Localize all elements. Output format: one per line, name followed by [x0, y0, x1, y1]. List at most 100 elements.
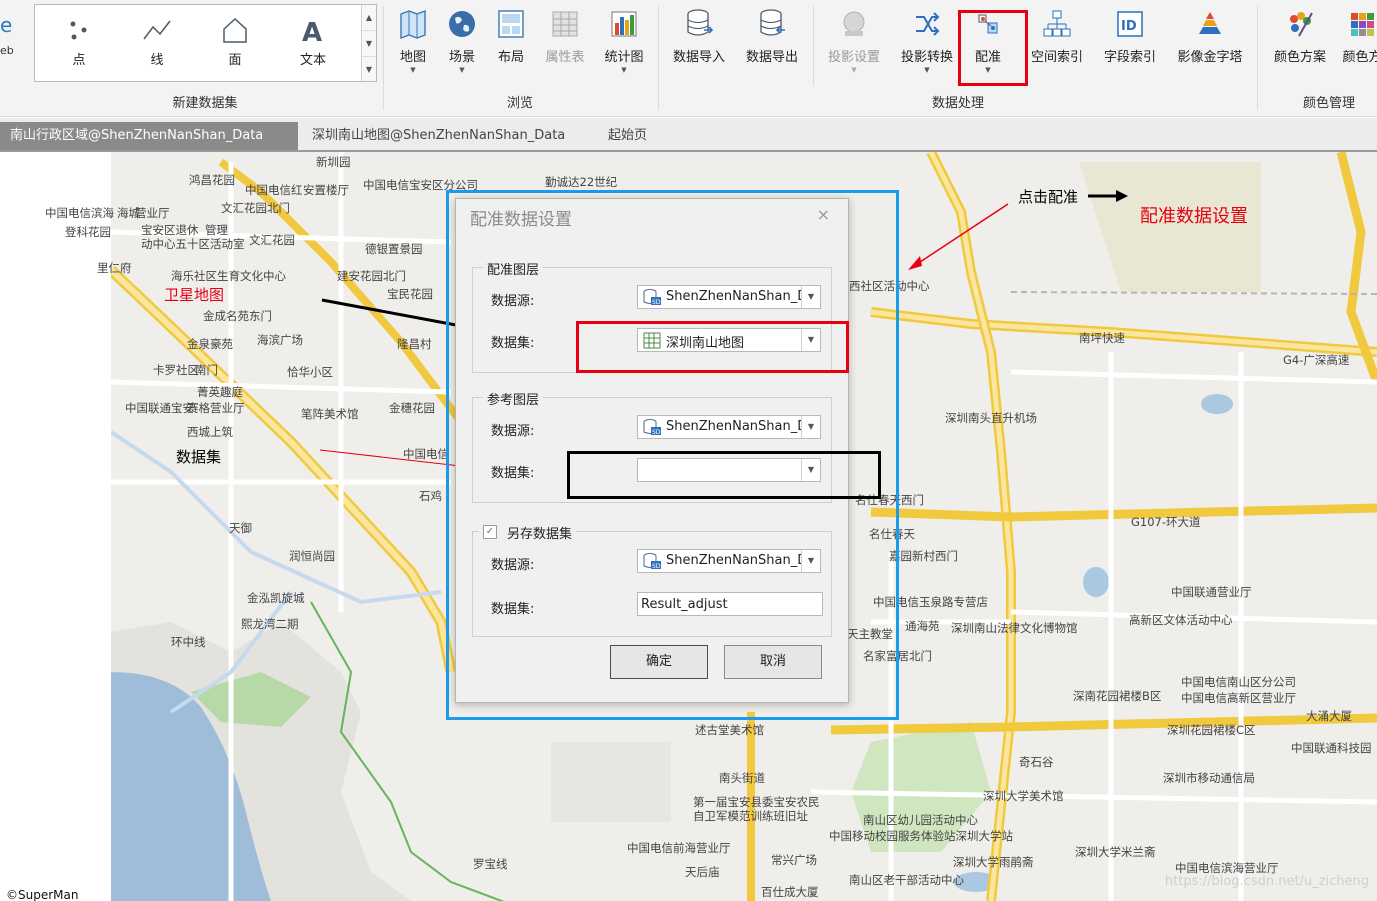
map-label: 深圳花园裙楼C区 — [1167, 723, 1256, 737]
watermark: https://blog.csdn.net/u_zicheng — [1164, 874, 1369, 889]
register-dataset-label: 数据集: — [491, 336, 535, 351]
point-icon — [49, 13, 109, 47]
map-label: 金穗花园 — [389, 401, 435, 415]
database-export-icon — [741, 4, 803, 44]
attribute-table-button[interactable]: 属性表 — [540, 4, 590, 88]
group-separator — [383, 6, 384, 110]
color-grid-label: 颜色方 — [1342, 50, 1377, 65]
map-label: 南山区幼儿园活动中心 — [863, 813, 978, 827]
red-arrow-to-dialog-icon — [908, 203, 1009, 270]
gallery-scroll[interactable]: ▲ ▼ ▼ — [361, 5, 376, 81]
gallery-item-polygon[interactable]: 面 — [205, 13, 265, 75]
map-label: 南坪快速 — [1079, 331, 1125, 345]
map-label: 中国电信南山区分公司 — [1181, 675, 1296, 689]
svg-text:SDI: SDI — [652, 429, 662, 436]
gallery-scroll-up-icon[interactable]: ▲ — [362, 5, 376, 31]
scene-button-label: 场景 — [448, 50, 475, 65]
map-label: 登科花园 — [65, 225, 111, 239]
tab-start-page[interactable]: 起始页 — [598, 122, 657, 150]
layout-button[interactable]: 布局 — [491, 4, 531, 88]
svg-text:SDI: SDI — [652, 299, 662, 306]
reference-datasource-combo[interactable]: SDI ShenZhenNanShan_D ▼ — [637, 415, 821, 439]
ok-button[interactable]: 确定 — [610, 645, 708, 679]
scene-button[interactable]: 场景 ▼ — [442, 4, 482, 88]
gallery-item-text[interactable]: A 文本 — [283, 13, 343, 75]
save-datasource-combo[interactable]: SDI ShenZhenNanShan_D ▼ — [637, 549, 821, 573]
register-datasource-value: ShenZhenNanShan_D — [666, 289, 802, 304]
partial-left-button[interactable]: e eb — [0, 12, 14, 57]
map-label: 南门 — [195, 363, 218, 377]
register-datasource-combo[interactable]: SDI ShenZhenNanShan_D ▼ — [637, 285, 821, 309]
reference-dataset-highlight-box — [567, 451, 881, 499]
save-dataset-input[interactable] — [637, 592, 823, 616]
chevron-down-icon: ▼ — [621, 66, 627, 74]
map-label: 天后庙 — [685, 865, 720, 879]
pyramid-icon — [1173, 4, 1247, 44]
color-grid-button[interactable]: 颜色方 — [1342, 4, 1377, 88]
spatial-index-button[interactable]: 空间索引 — [1027, 4, 1087, 88]
data-export-button[interactable]: 数据导出 — [741, 4, 803, 88]
save-datasource-label: 数据源: — [491, 558, 535, 573]
map-label: 西城上筑 — [187, 425, 233, 439]
tab-label: 深圳南山地图@ShenZhenNanShan_Data — [312, 128, 566, 143]
map-label: 中国电信前海营业厅 — [627, 841, 731, 855]
save-as-checkbox[interactable]: ✓ — [483, 525, 497, 539]
map-label: 润恒尚园 — [289, 549, 335, 563]
datasource-icon: SDI — [643, 419, 662, 436]
gallery-item-line[interactable]: 线 — [127, 13, 187, 75]
map-label: 金泉豪苑 — [187, 337, 233, 351]
map-label: 里仁府 — [97, 261, 132, 275]
chevron-down-icon[interactable]: ▼ — [801, 550, 820, 572]
map-label: 海滨广场 — [257, 333, 303, 347]
gallery-item-label: 线 — [150, 53, 164, 68]
map-label: 高新区文体活动中心 — [1129, 613, 1233, 627]
tab-shenzhen-nanshan-map[interactable]: 深圳南山地图@ShenZhenNanShan_Data — [302, 122, 575, 150]
projection-convert-label: 投影转换 — [900, 50, 953, 65]
chevron-down-icon: ▼ — [851, 66, 857, 74]
tab-nanshan-admin-region[interactable]: 南山行政区域@ShenZhenNanShan_Data × — [0, 122, 298, 172]
field-index-button[interactable]: ID 字段索引 — [1100, 4, 1160, 88]
gallery-expand-icon[interactable]: ▼ — [362, 57, 376, 82]
field-index-label: 字段索引 — [1103, 50, 1156, 65]
gallery-item-label: 点 — [72, 53, 86, 68]
map-label: 金泓凯旋城 — [247, 591, 305, 605]
map-label: 深南花园裙楼B区 — [1073, 689, 1162, 703]
map-label: 深圳大学米兰斋 — [1075, 845, 1156, 859]
data-import-label: 数据导入 — [672, 50, 725, 65]
group-label-new-dataset: 新建数据集 — [172, 96, 238, 111]
projection-convert-button[interactable]: 投影转换 ▼ — [896, 4, 958, 88]
map-label: 奇石谷 — [1019, 755, 1054, 769]
statistics-chart-button[interactable]: 统计图 ▼ — [601, 4, 647, 88]
partial-app-icon: e — [0, 13, 12, 37]
chevron-down-icon[interactable]: ▼ — [801, 416, 820, 438]
projection-settings-icon — [822, 4, 886, 44]
gallery-item-point[interactable]: 点 — [49, 13, 109, 75]
map-label: 菁英趣庭 — [197, 385, 243, 399]
globe-icon — [442, 4, 482, 44]
map-label: 中国电信滨海 — [45, 206, 114, 220]
map-label: G107-环大道 — [1131, 515, 1201, 529]
color-scheme-label: 颜色方案 — [1273, 50, 1326, 65]
svg-text:e: e — [0, 13, 12, 37]
spatial-index-label: 空间索引 — [1030, 50, 1083, 65]
reference-datasource-value: ShenZhenNanShan_D — [666, 419, 802, 434]
svg-text:ID: ID — [1121, 19, 1137, 34]
map-label: 深圳大学美术馆 — [983, 789, 1064, 803]
map-label: 熙龙湾二期 — [241, 617, 299, 631]
gallery-scroll-down-icon[interactable]: ▼ — [362, 31, 376, 57]
new-dataset-gallery: 点 线 面 A 文本 ▲ ▼ ▼ — [34, 4, 377, 82]
field-index-icon: ID — [1100, 4, 1160, 44]
save-as-dataset-group: 另存数据集 ✓ 数据源: SDI ShenZhenNanShan_D ▼ 数据集… — [472, 523, 832, 637]
save-dataset-label: 数据集: — [491, 602, 535, 617]
chevron-down-icon[interactable]: ▼ — [801, 286, 820, 308]
projection-settings-button[interactable]: 投影设置 ▼ — [822, 4, 886, 88]
map-button[interactable]: 地图 ▼ — [393, 4, 433, 88]
color-scheme-button[interactable]: 颜色方案 — [1268, 4, 1332, 88]
close-icon[interactable]: × — [817, 205, 830, 224]
image-pyramid-button[interactable]: 影像金字塔 — [1173, 4, 1247, 88]
map-label: 中国联通宝安 — [125, 401, 194, 415]
cancel-button[interactable]: 取消 — [724, 645, 822, 679]
data-import-button[interactable]: 数据导入 — [668, 4, 730, 88]
ribbon: e eb 点 线 面 A 文本 ▲ ▼ ▼ 新建数据集 地图 ▼ 场景 ▼ 布局… — [0, 0, 1377, 117]
gallery-item-label: 文本 — [299, 53, 326, 68]
